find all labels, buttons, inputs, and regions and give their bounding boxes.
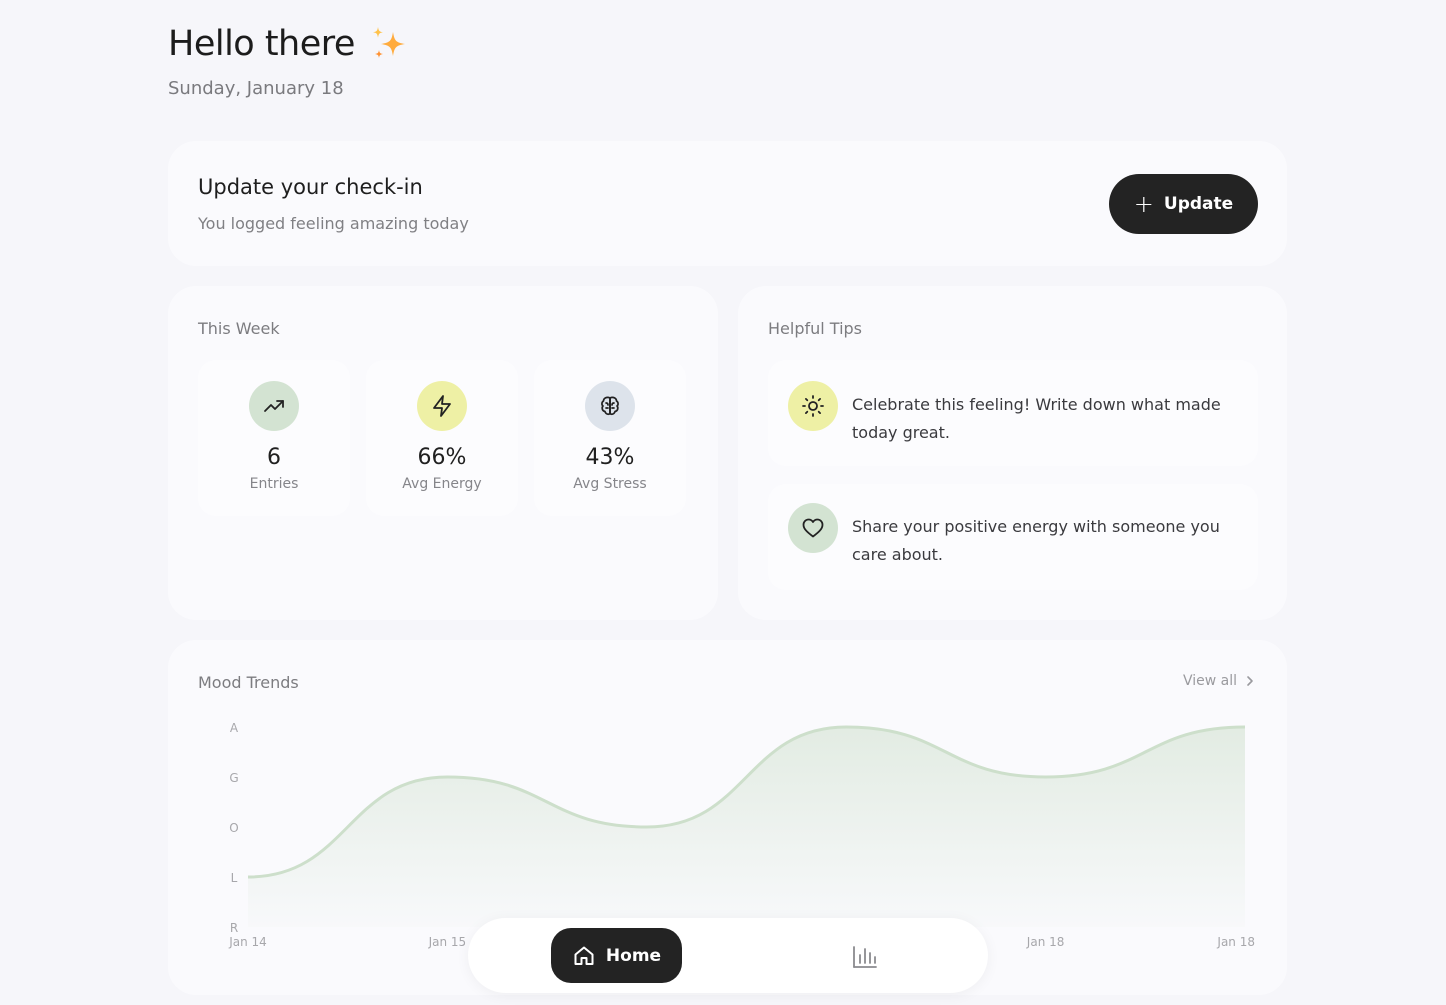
tip-item: Celebrate this feeling! Write down what …	[768, 360, 1258, 466]
bar-chart-icon[interactable]	[850, 942, 880, 970]
stat-label: Avg Stress	[573, 476, 647, 492]
helpful-tips-card: Helpful Tips Celebrate this feeling! Wri…	[738, 286, 1287, 620]
chart-area	[248, 727, 1245, 927]
stat-avg-energy: 66% Avg Energy	[366, 360, 518, 516]
checkin-card: Update your check-in You logged feeling …	[168, 141, 1287, 266]
brain-icon	[601, 396, 619, 416]
stat-value: 43%	[585, 445, 635, 470]
stat-label: Avg Energy	[402, 476, 482, 492]
trending-up-icon	[264, 400, 284, 412]
greeting-text: Hello there	[168, 24, 355, 64]
x-tick-label: Jan 14	[228, 935, 267, 949]
update-button[interactable]: + Update	[1109, 174, 1258, 234]
helpful-tips-title: Helpful Tips	[768, 319, 862, 338]
nav-home-button[interactable]: Home	[551, 928, 682, 983]
stat-icon-circle	[585, 381, 635, 431]
tip-icon-circle	[788, 503, 838, 553]
tip-icon-circle	[788, 381, 838, 431]
this-week-card: This Week 6 Entries 66% Avg Energy 43% A…	[168, 286, 718, 620]
x-tick-label: Jan 18	[1216, 935, 1255, 949]
checkin-subtitle: You logged feeling amazing today	[198, 214, 469, 233]
stat-icon-circle	[249, 381, 299, 431]
checkin-title: Update your check-in	[198, 175, 423, 199]
stat-value: 6	[267, 445, 281, 470]
update-button-label: Update	[1163, 194, 1234, 214]
nav-home-label: Home	[605, 945, 662, 966]
plus-icon: +	[1133, 190, 1154, 218]
zap-icon	[433, 395, 451, 417]
tip-text: Share your positive energy with someone …	[852, 517, 1220, 564]
home-icon	[574, 946, 594, 965]
x-tick-label: Jan 15	[428, 935, 467, 949]
tip-text: Celebrate this feeling! Write down what …	[852, 395, 1221, 442]
sun-icon	[802, 395, 824, 417]
y-tick-label: A	[230, 721, 239, 735]
heart-icon	[802, 518, 824, 538]
stat-entries: 6 Entries	[198, 360, 350, 516]
stat-avg-stress: 43% Avg Stress	[534, 360, 686, 516]
bottom-nav: Home	[468, 918, 988, 993]
y-tick-label: R	[230, 921, 238, 935]
stat-value: 66%	[417, 445, 467, 470]
page-header: Hello there Sunday, January 18	[168, 24, 409, 99]
tip-item: Share your positive energy with someone …	[768, 484, 1258, 590]
current-date: Sunday, January 18	[168, 78, 344, 99]
y-tick-label: L	[231, 871, 238, 885]
y-tick-label: O	[229, 821, 238, 835]
sparkles-icon	[372, 27, 405, 58]
stat-icon-circle	[417, 381, 467, 431]
greeting-heading: Hello there	[168, 24, 409, 64]
x-tick-label: Jan 18	[1026, 935, 1065, 949]
stat-label: Entries	[249, 476, 299, 492]
y-tick-label: G	[229, 771, 238, 785]
this-week-title: This Week	[198, 319, 280, 338]
